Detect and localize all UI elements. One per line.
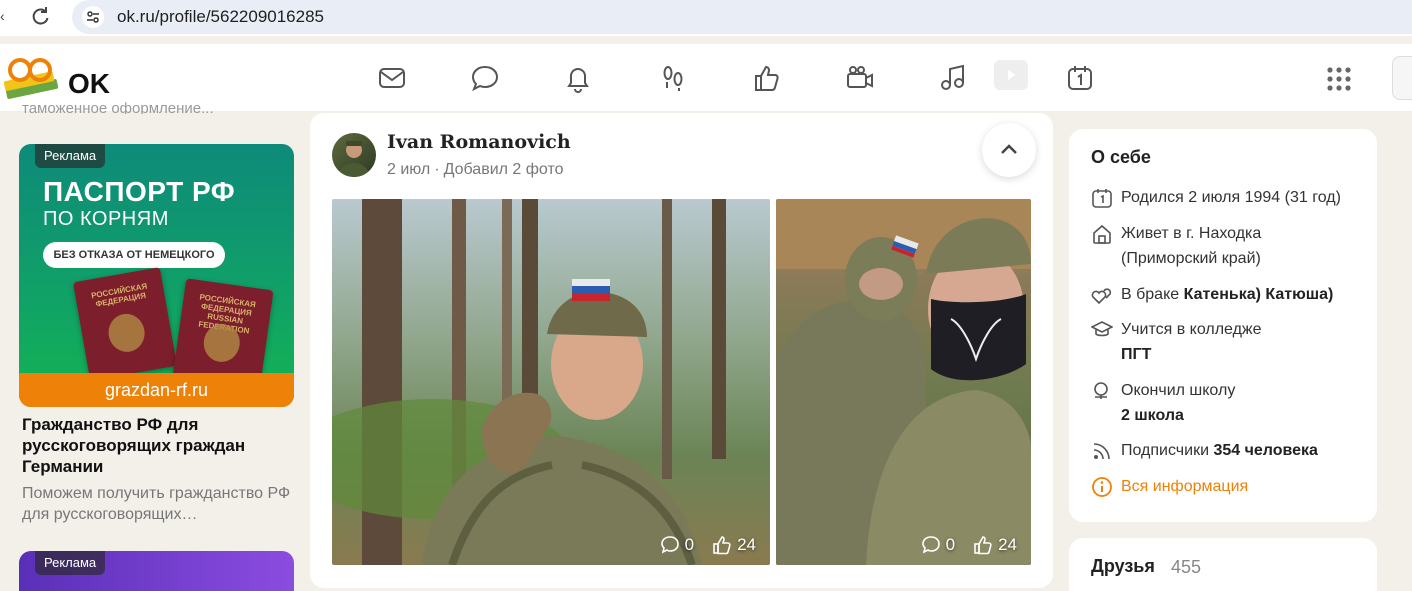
photo-stats: 0 24 <box>921 535 1017 555</box>
ad-title[interactable]: Гражданство РФ для русскоговорящих гражд… <box>22 414 297 477</box>
ok-logo[interactable]: OK <box>0 52 120 107</box>
about-card: О себе Родился 2 июля 1994 (31 год) Живе… <box>1069 129 1377 522</box>
collapse-button[interactable] <box>982 123 1036 177</box>
ad-badge: Реклама <box>35 144 106 168</box>
site-info-icon[interactable] <box>82 6 104 28</box>
studies-label: Учится в колледже <box>1121 321 1262 338</box>
browser-toolbar: ‹ ok.ru/profile/562209016285 <box>0 0 1412 36</box>
likes-value: 24 <box>998 535 1017 554</box>
friends-card[interactable]: Друзья 455 <box>1069 538 1377 591</box>
ad-banner-2[interactable]: Реклама <box>19 551 294 591</box>
friends-count: 455 <box>1171 557 1202 577</box>
brand-text: OK <box>68 68 110 99</box>
comments-value: 0 <box>684 535 695 554</box>
post-meta: 2 июл · Добавил 2 фото <box>387 161 564 179</box>
separator-dot: · <box>434 161 440 178</box>
like-icon[interactable] <box>751 62 783 94</box>
hearts-icon <box>1091 288 1112 305</box>
avatar[interactable] <box>332 133 376 177</box>
mail-icon[interactable] <box>376 62 408 94</box>
reload-icon[interactable] <box>28 4 52 28</box>
rss-icon <box>1093 443 1110 460</box>
spouse-name[interactable]: Катенька) Катюша) <box>1184 286 1334 303</box>
info-icon <box>1092 477 1112 497</box>
like-icon <box>713 536 731 555</box>
comment-icon <box>921 536 940 554</box>
calendar-icon <box>1092 189 1112 208</box>
about-marriage: В браке Катенька) Катюша) <box>1091 282 1333 307</box>
about-studies: Учится в колледже ПГТ <box>1091 317 1262 367</box>
school-label: Окончил школу <box>1121 382 1236 399</box>
emblem-icon <box>105 311 148 355</box>
video-icon[interactable] <box>994 60 1028 90</box>
all-info-link[interactable]: Вся информация <box>1091 474 1248 499</box>
about-school: Окончил школу 2 школа <box>1091 378 1235 428</box>
school-globe-icon <box>1094 382 1108 399</box>
faded-ad-text: таможенное оформление... <box>22 100 214 114</box>
comments-count[interactable]: 0 <box>660 535 694 555</box>
user-menu-button[interactable] <box>1392 56 1412 100</box>
back-icon[interactable]: ‹ <box>0 8 8 26</box>
graduation-cap-icon <box>1091 321 1113 337</box>
comment-icon <box>660 536 679 554</box>
followers-count[interactable]: 354 человека <box>1213 442 1317 459</box>
ad-domain: grazdan-rf.ru <box>19 373 294 407</box>
likes-value: 24 <box>737 535 756 554</box>
ad-banner[interactable]: Реклама ПАСПОРТ РФ ПО КОРНЯМ БЕЗ ОТКАЗА … <box>19 144 294 407</box>
passport-image: РОССИЙСКАЯ ФЕДЕРАЦИЯ <box>72 267 178 381</box>
apps-grid-icon[interactable] <box>1326 66 1352 92</box>
ad-pill: БЕЗ ОТКАЗА ОТ НЕМЕЦКОГО <box>43 242 225 268</box>
two-soldiers-image <box>776 199 1031 565</box>
about-location: Живет в г. Находка (Приморский край) <box>1091 221 1261 271</box>
location-city[interactable]: Живет в г. Находка <box>1121 221 1261 246</box>
chat-icon[interactable] <box>469 62 501 94</box>
feed-post: Ivan Romanovich 2 июл · Добавил 2 фото 0… <box>310 113 1053 588</box>
photo-stats: 0 24 <box>660 535 756 555</box>
ad-badge: Реклама <box>35 551 106 575</box>
footprints-icon[interactable] <box>657 62 689 94</box>
camera-icon[interactable] <box>844 62 876 94</box>
post-action: Добавил 2 фото <box>443 161 564 178</box>
college-name[interactable]: ПГТ <box>1121 346 1151 363</box>
post-photo[interactable]: 0 24 <box>776 199 1031 565</box>
location-region: (Приморский край) <box>1121 250 1261 267</box>
post-photo[interactable]: 0 24 <box>332 199 770 565</box>
comments-count[interactable]: 0 <box>921 535 955 555</box>
about-followers: Подписчики 354 человека <box>1091 438 1318 463</box>
about-birthday: Родился 2 июля 1994 (31 год) <box>1091 185 1341 210</box>
marriage-label: В браке <box>1121 286 1184 303</box>
ok-logo-icon <box>3 58 59 99</box>
music-icon[interactable] <box>937 62 969 94</box>
school-name[interactable]: 2 школа <box>1121 407 1184 424</box>
ad-description: Поможем получить гражданство РФ для русс… <box>22 485 291 523</box>
followers-label: Подписчики <box>1121 442 1214 459</box>
ad-subheadline: ПО КОРНЯМ <box>43 208 169 230</box>
passport-text: РОССИЙСКАЯ ФЕДЕРАЦИЯ <box>90 281 148 309</box>
about-title: О себе <box>1091 147 1151 167</box>
friends-title: Друзья <box>1091 556 1155 576</box>
post-date[interactable]: 2 июл <box>387 161 430 178</box>
home-icon <box>1093 224 1111 244</box>
likes-count[interactable]: 24 <box>712 535 756 555</box>
likes-count[interactable]: 24 <box>973 535 1017 555</box>
all-info-text: Вся информация <box>1121 478 1249 495</box>
bell-icon[interactable] <box>562 62 594 94</box>
address-bar[interactable]: ok.ru/profile/562209016285 <box>72 0 1412 34</box>
chevron-up-icon <box>1001 144 1017 154</box>
author-name[interactable]: Ivan Romanovich <box>387 131 571 153</box>
ad-headline: ПАСПОРТ РФ <box>43 176 236 207</box>
like-icon <box>974 536 992 555</box>
url-text: ok.ru/profile/562209016285 <box>117 7 324 26</box>
birthday-text: Родился 2 июля 1994 (31 год) <box>1121 189 1341 206</box>
forest-selfie-image <box>332 199 726 565</box>
calendar-icon[interactable] <box>1064 62 1096 94</box>
comments-value: 0 <box>945 535 956 554</box>
